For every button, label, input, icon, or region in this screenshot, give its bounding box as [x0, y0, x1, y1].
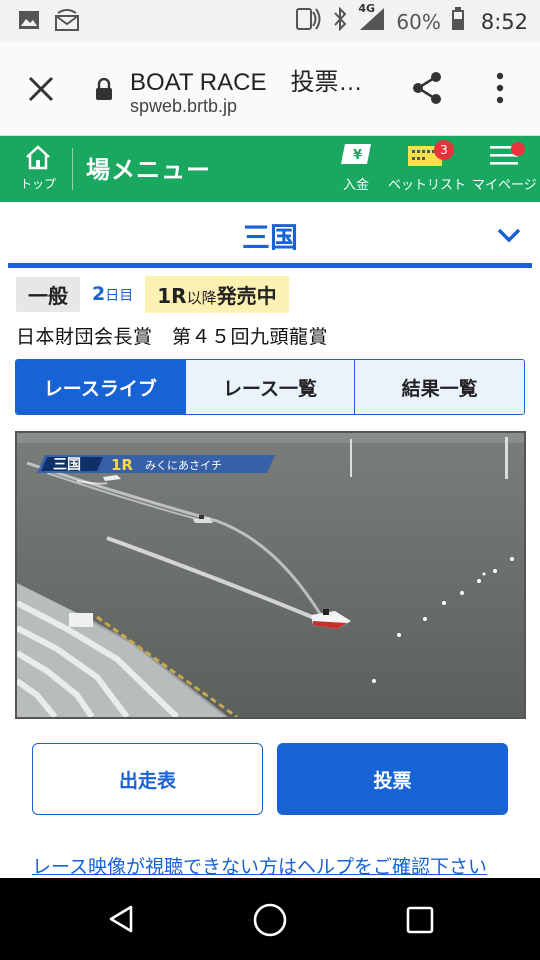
- page-title: BOAT RACE 投票…: [130, 69, 363, 96]
- more-vert-icon[interactable]: [492, 70, 508, 106]
- battery-percent: 60%: [396, 9, 441, 34]
- venue-underline: [8, 263, 532, 268]
- notification-dot: [511, 142, 525, 156]
- pole-marker: [350, 439, 352, 477]
- race-status-row: 一般 2日目 1R以降発売中: [16, 275, 289, 313]
- mypage-button[interactable]: マイページ: [472, 142, 537, 193]
- day-indicator: 2日目: [92, 283, 134, 305]
- vote-button[interactable]: 投票: [277, 743, 508, 815]
- pole-marker: [505, 437, 508, 479]
- race-title: 日本財団会長賞 第４５回九頭龍賞: [16, 326, 329, 348]
- signal-icon: 4G: [358, 2, 386, 37]
- page-url[interactable]: spweb.brtb.jp: [130, 96, 237, 117]
- venue-name: 三国: [241, 221, 298, 254]
- back-icon[interactable]: [107, 904, 135, 938]
- mypage-label: マイページ: [472, 178, 537, 193]
- race-tabs: レースライブ レース一覧 結果一覧: [15, 359, 525, 415]
- recents-icon[interactable]: [406, 906, 434, 938]
- sale-status-badge: 1R以降発売中: [145, 275, 289, 313]
- betlist-label: ベットリスト: [388, 178, 467, 193]
- share-icon[interactable]: [410, 70, 446, 106]
- browser-toolbar: BOAT RACE 投票… spweb.brtb.jp: [0, 42, 540, 136]
- bluetooth-icon: [332, 6, 348, 36]
- chevron-down-icon[interactable]: [496, 226, 522, 244]
- status-bar: 4G 60% 8:52: [0, 0, 540, 42]
- ticket-icon: 3: [406, 140, 454, 172]
- site-header: トップ 場メニュー ¥ 入金 3 ベットリスト マイページ: [0, 136, 540, 202]
- home-icon: [24, 145, 52, 174]
- banner-venue: 三国: [53, 457, 81, 473]
- gallery-icon: [18, 10, 40, 34]
- venue-selector[interactable]: 三国: [0, 202, 540, 268]
- nfc-icon: [294, 6, 322, 37]
- battery-icon: [451, 7, 465, 36]
- lock-icon: [95, 77, 113, 100]
- tab-results[interactable]: 結果一覧: [354, 360, 524, 414]
- header-divider: [72, 148, 73, 190]
- help-link[interactable]: レース映像が視聴できない方はヘルプをご確認下さい: [32, 852, 487, 879]
- clock: 8:52: [480, 9, 528, 34]
- betlist-button[interactable]: 3 ベットリスト: [388, 140, 467, 193]
- grade-badge: 一般: [16, 276, 80, 312]
- svg-text:¥: ¥: [353, 148, 362, 163]
- deposit-label: 入金: [342, 178, 369, 193]
- close-icon[interactable]: [26, 74, 56, 104]
- deposit-button[interactable]: ¥ 入金: [336, 142, 376, 193]
- home-label: トップ: [19, 177, 56, 191]
- banner-title: みくにあさイチ: [145, 459, 222, 472]
- home-circle-icon[interactable]: [252, 902, 288, 942]
- entry-table-button[interactable]: 出走表: [32, 743, 263, 815]
- mail-icon: [54, 9, 80, 35]
- tab-race-live[interactable]: レースライブ: [16, 360, 185, 414]
- tab-race-list[interactable]: レース一覧: [184, 360, 355, 414]
- race-video-player[interactable]: 三国 1R みくにあさイチ: [15, 431, 526, 719]
- banner-race-number: 1R: [111, 456, 133, 474]
- betlist-badge: 3: [434, 140, 454, 160]
- deposit-icon: ¥: [339, 144, 373, 172]
- menu-icon: [489, 142, 525, 172]
- system-nav-bar: [0, 878, 540, 960]
- home-button[interactable]: トップ: [14, 144, 62, 192]
- header-title: 場メニュー: [86, 156, 211, 184]
